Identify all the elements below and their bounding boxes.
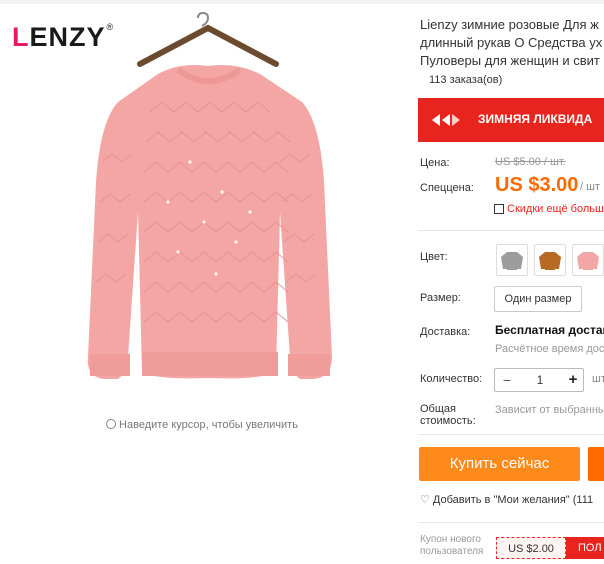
zoom-hint-text: Наведите курсор, чтобы увеличить bbox=[119, 419, 298, 431]
original-price: US $5.00 / шт. bbox=[495, 156, 566, 168]
total-label: Общая стоимость: bbox=[420, 403, 480, 427]
quantity-input[interactable]: 1 bbox=[519, 369, 561, 391]
magnifier-icon bbox=[106, 419, 117, 429]
add-to-wishlist-link[interactable]: ♡ Добавить в "Мои желания" (111 bbox=[420, 493, 593, 506]
color-swatch-gray[interactable] bbox=[496, 244, 528, 276]
shipping-label: Доставка: bbox=[420, 326, 471, 338]
brown-sweater-icon bbox=[539, 252, 561, 270]
size-option[interactable]: Один размер bbox=[494, 286, 582, 312]
divider bbox=[418, 230, 604, 231]
divider bbox=[418, 522, 604, 523]
quantity-decrease-button[interactable]: − bbox=[495, 369, 519, 391]
special-price-label: Спеццена: bbox=[420, 182, 474, 194]
size-label: Размер: bbox=[420, 292, 461, 304]
pink-sweater-icon bbox=[577, 252, 599, 270]
add-to-cart-button[interactable] bbox=[588, 447, 604, 481]
total-label-line: Общая bbox=[420, 403, 456, 415]
product-gallery: LENZY® Наведите курсор, чтобы увеличить bbox=[0, 4, 404, 564]
wishlist-text: Добавить в "Мои желания" (111 bbox=[432, 494, 594, 506]
discount-link[interactable]: Скидки ещё больш bbox=[494, 202, 604, 215]
quantity-stepper: − 1 + bbox=[494, 368, 584, 392]
promo-banner[interactable]: ЗИМНЯЯ ЛИКВИДА bbox=[418, 98, 604, 142]
new-user-coupon-label: Купон нового пользователя bbox=[420, 534, 494, 558]
discount-text: Скидки ещё больш bbox=[507, 203, 604, 215]
color-swatch-pink[interactable] bbox=[572, 244, 604, 276]
product-title: Lienzy зимние розовые Для ж длинный рука… bbox=[420, 16, 604, 70]
total-label-line: стоимость: bbox=[420, 415, 476, 427]
divider bbox=[418, 434, 604, 435]
shipping-time: Расчётное время дос bbox=[495, 343, 604, 355]
coupon-amount: US $2.00 bbox=[496, 537, 566, 559]
qr-code-icon bbox=[494, 204, 504, 214]
quantity-unit: шт bbox=[592, 373, 604, 385]
total-value: Зависит от выбранны bbox=[495, 404, 604, 416]
promo-banner-text: ЗИМНЯЯ ЛИКВИДА bbox=[478, 112, 593, 126]
quantity-increase-button[interactable]: + bbox=[561, 369, 585, 391]
product-title-line: Пуловеры для женщин и свит bbox=[420, 53, 600, 68]
product-title-line: длинный рукав О Средства ух bbox=[420, 35, 603, 50]
coupon-label-line: Купон нового bbox=[420, 534, 481, 545]
heart-icon: ♡ bbox=[420, 494, 430, 506]
special-price: US $3.00 bbox=[495, 174, 579, 196]
price-label: Цена: bbox=[420, 157, 450, 169]
buy-now-button[interactable]: Купить сейчас bbox=[419, 447, 580, 481]
zoom-hint: Наведите курсор, чтобы увеличить bbox=[0, 418, 404, 431]
quantity-label: Количество: bbox=[420, 373, 483, 385]
product-title-line: Lienzy зимние розовые Для ж bbox=[420, 17, 599, 32]
promo-chevron-icon bbox=[432, 114, 460, 126]
product-details: Lienzy зимние розовые Для ж длинный рука… bbox=[404, 4, 604, 564]
product-image[interactable] bbox=[80, 12, 340, 397]
color-swatch-brown[interactable] bbox=[534, 244, 566, 276]
shipping-free[interactable]: Бесплатная доставк bbox=[495, 323, 604, 337]
coupon-label-line: пользователя bbox=[420, 546, 484, 557]
order-count[interactable]: 113 заказа(ов) bbox=[429, 74, 502, 86]
color-label: Цвет: bbox=[420, 251, 448, 263]
per-unit-label: / шт bbox=[580, 181, 600, 193]
get-coupon-button[interactable]: ПОЛ bbox=[566, 537, 604, 559]
gray-sweater-icon bbox=[501, 252, 523, 270]
